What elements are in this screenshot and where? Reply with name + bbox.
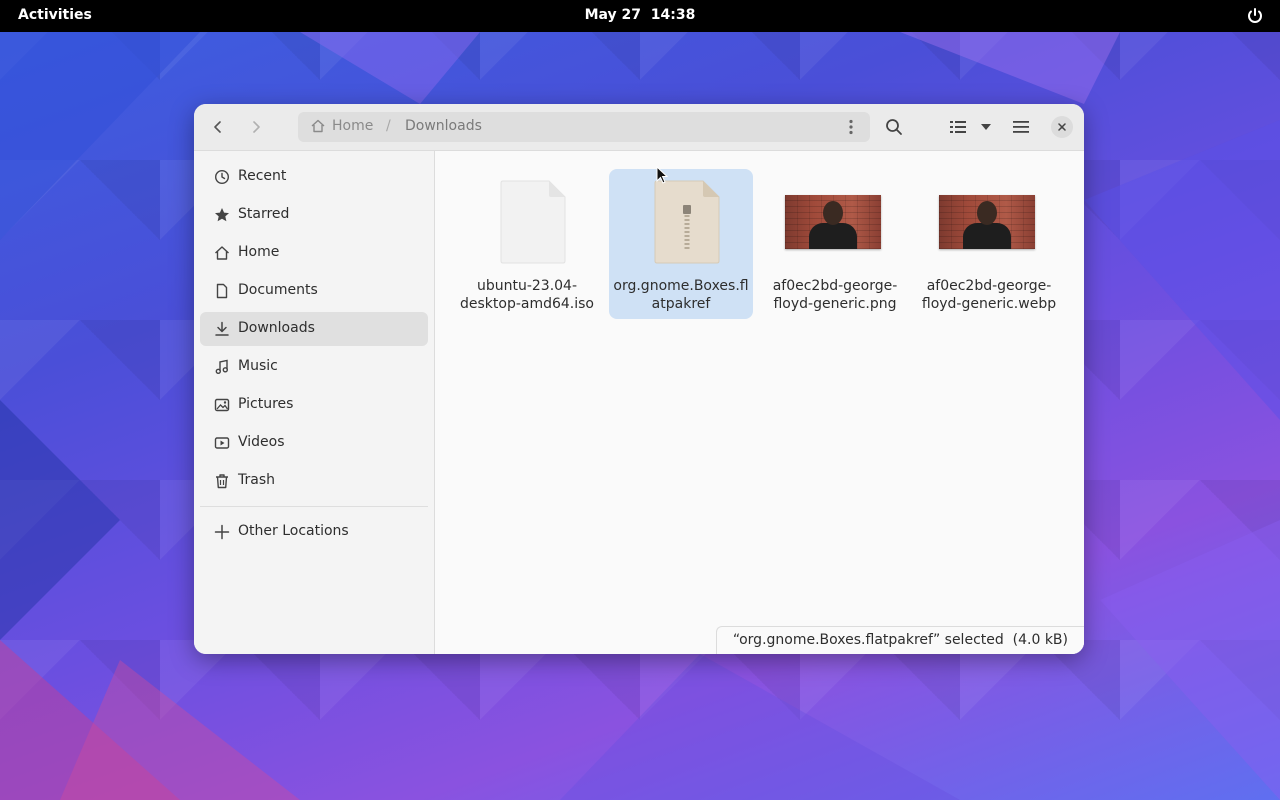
file-grid: ubuntu-23.04- desktop-amd64.iso org.gnom… [435,151,1084,654]
file-item[interactable]: af0ec2bd-george- floyd-generic.png [763,169,907,319]
star-icon [215,208,229,222]
file-item-selected[interactable]: org.gnome.Boxes.fl atpakref [609,169,753,319]
chevron-left-icon [214,121,221,133]
sidebar: Recent Starred Home Documents Downloads … [194,151,435,654]
sidebar-item-documents[interactable]: Documents [200,274,428,308]
sidebar-item-recent[interactable]: Recent [200,160,428,194]
sidebar-item-music[interactable]: Music [200,350,428,384]
home-icon [215,246,229,260]
forward-button[interactable] [242,113,270,141]
sidebar-item-label: Recent [238,168,287,184]
sidebar-item-label: Starred [238,206,290,222]
clock: May 27 14:38 [0,7,1280,23]
sidebar-item-starred[interactable]: Starred [200,198,428,232]
list-view-icon [950,121,966,133]
view-options-button[interactable] [972,113,1000,141]
file-name: af0ec2bd-george- floyd-generic.webp [921,278,1057,312]
sidebar-item-downloads[interactable]: Downloads [200,312,428,346]
image-thumbnail [785,195,881,249]
sidebar-item-label: Pictures [238,396,294,412]
power-icon[interactable] [1246,7,1264,25]
file-name: org.gnome.Boxes.fl atpakref [613,278,749,312]
sidebar-item-label: Home [238,244,280,260]
download-icon [215,321,229,336]
file-name: af0ec2bd-george- floyd-generic.png [772,278,898,312]
file-name: ubuntu-23.04- desktop-amd64.iso [459,278,594,312]
sidebar-item-label: Documents [238,282,318,298]
clock-time[interactable]: 14:38 [651,7,696,23]
image-thumbnail [939,195,1035,249]
selection-status: “org.gnome.Boxes.flatpakref” selected (4… [715,626,1084,654]
activities-button[interactable]: Activities [18,7,92,23]
file-item[interactable]: ubuntu-23.04- desktop-amd64.iso [455,169,599,319]
path-menu-button[interactable] [838,114,864,140]
files-window: Home / Downloads Recent Starred Home Doc… [194,104,1084,654]
clock-date[interactable]: May 27 [585,7,641,23]
main-menu-button[interactable] [1007,113,1035,141]
picture-icon [214,398,230,412]
mouse-cursor-icon [656,166,668,184]
file-item[interactable]: af0ec2bd-george- floyd-generic.webp [917,169,1061,319]
sidebar-item-label: Music [238,358,278,374]
search-button[interactable] [880,113,908,141]
chevron-right-icon [253,121,260,133]
document-icon [216,283,228,299]
vertical-dots-icon [849,119,853,135]
sidebar-item-label: Trash [238,472,275,488]
caret-down-icon [981,124,991,130]
sidebar-divider [200,506,428,507]
home-icon [311,119,325,133]
header-bar: Home / Downloads [194,104,1084,151]
clock-icon [214,169,230,185]
close-button[interactable] [1051,116,1073,138]
top-bar: Activities May 27 14:38 [0,0,1280,32]
path-home[interactable]: Home [310,118,373,134]
trash-icon [216,474,228,489]
sidebar-item-trash[interactable]: Trash [200,464,428,498]
sidebar-item-other-locations[interactable]: Other Locations [200,515,428,549]
blank-document-icon [500,180,566,264]
music-icon [215,359,229,375]
sidebar-item-videos[interactable]: Videos [200,426,428,460]
sidebar-item-pictures[interactable]: Pictures [200,388,428,422]
back-button[interactable] [204,113,232,141]
path-home-label: Home [332,118,374,134]
sidebar-item-label: Videos [238,434,285,450]
view-toggle-button[interactable] [944,113,972,141]
sidebar-item-home[interactable]: Home [200,236,428,270]
sidebar-item-label: Downloads [238,320,315,336]
video-icon [214,437,230,449]
search-icon [886,119,902,135]
path-bar: Home / Downloads [298,112,870,142]
close-icon [1058,123,1066,131]
sidebar-item-label: Other Locations [238,523,349,539]
path-separator: / [386,118,391,134]
path-current[interactable]: Downloads [405,118,482,134]
hamburger-icon [1013,121,1029,133]
plus-icon [214,524,230,540]
archive-icon [654,180,720,264]
